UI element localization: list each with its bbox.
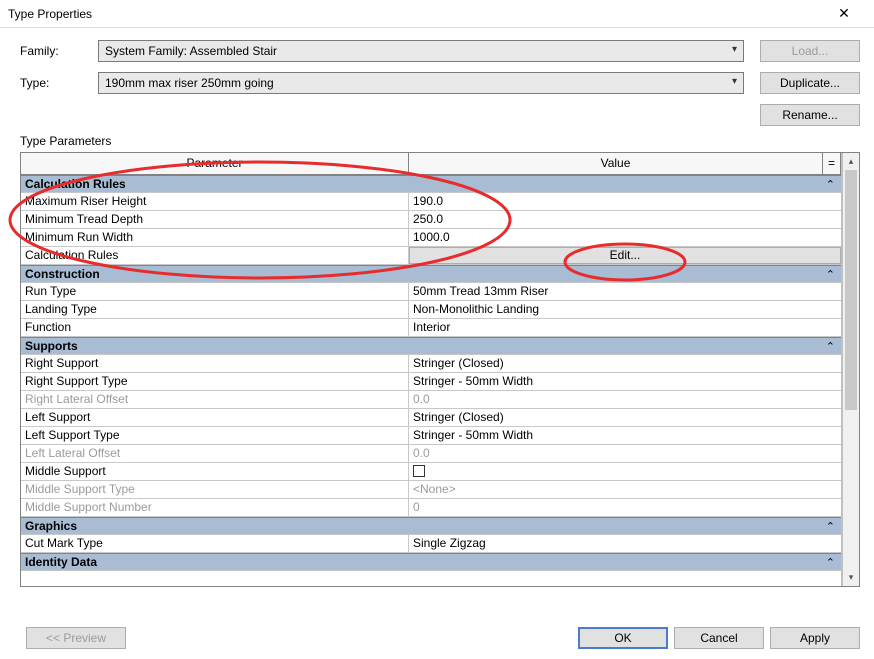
scroll-thumb[interactable] xyxy=(845,170,857,410)
collapse-icon: ⌃ xyxy=(826,268,835,281)
group-graphics[interactable]: Graphics ⌃ xyxy=(21,517,841,535)
window-title: Type Properties xyxy=(8,7,822,21)
apply-button[interactable]: Apply xyxy=(770,627,860,649)
family-value: System Family: Assembled Stair xyxy=(105,44,277,58)
group-identity-data[interactable]: Identity Data ⌃ xyxy=(21,553,841,571)
collapse-icon: ⌃ xyxy=(826,556,835,569)
table-row[interactable]: Middle Support xyxy=(21,463,841,481)
table-row: Right Lateral Offset 0.0 xyxy=(21,391,841,409)
vertical-scrollbar[interactable]: ▴ ▾ xyxy=(842,153,859,586)
collapse-icon: ⌃ xyxy=(826,178,835,191)
table-row[interactable]: Left Support Stringer (Closed) xyxy=(21,409,841,427)
table-row[interactable]: Calculation Rules Edit... xyxy=(21,247,841,265)
type-dropdown[interactable]: 190mm max riser 250mm going ▾ xyxy=(98,72,744,94)
table-row[interactable]: Right Support Stringer (Closed) xyxy=(21,355,841,373)
chevron-down-icon: ▾ xyxy=(732,76,737,87)
col-equals[interactable]: = xyxy=(823,153,841,174)
table-row[interactable]: Function Interior xyxy=(21,319,841,337)
middle-support-checkbox[interactable] xyxy=(413,465,425,477)
type-label: Type: xyxy=(20,76,98,90)
duplicate-button[interactable]: Duplicate... xyxy=(760,72,860,94)
table-row[interactable]: Run Type 50mm Tread 13mm Riser xyxy=(21,283,841,301)
ok-button[interactable]: OK xyxy=(578,627,668,649)
scroll-up-icon[interactable]: ▴ xyxy=(843,153,859,170)
table-row[interactable]: Cut Mark Type Single Zigzag xyxy=(21,535,841,553)
col-value[interactable]: Value xyxy=(409,153,823,174)
group-calculation-rules[interactable]: Calculation Rules ⌃ xyxy=(21,175,841,193)
cancel-button[interactable]: Cancel xyxy=(674,627,764,649)
preview-button[interactable]: << Preview xyxy=(26,627,126,649)
titlebar: Type Properties ✕ xyxy=(0,0,874,28)
rename-button[interactable]: Rename... xyxy=(760,104,860,126)
col-parameter[interactable]: Parameter xyxy=(21,153,409,174)
table-row: Left Lateral Offset 0.0 xyxy=(21,445,841,463)
table-row[interactable]: Minimum Tread Depth 250.0 xyxy=(21,211,841,229)
scroll-down-icon[interactable]: ▾ xyxy=(843,569,859,586)
table-row[interactable]: Landing Type Non-Monolithic Landing xyxy=(21,301,841,319)
close-icon[interactable]: ✕ xyxy=(822,5,866,22)
chevron-down-icon: ▾ xyxy=(732,44,737,55)
family-dropdown[interactable]: System Family: Assembled Stair ▾ xyxy=(98,40,744,62)
table-row[interactable]: Left Support Type Stringer - 50mm Width xyxy=(21,427,841,445)
table-row[interactable]: Maximum Riser Height 190.0 xyxy=(21,193,841,211)
type-parameters-label: Type Parameters xyxy=(20,134,860,148)
family-label: Family: xyxy=(20,44,98,58)
collapse-icon: ⌃ xyxy=(826,520,835,533)
group-construction[interactable]: Construction ⌃ xyxy=(21,265,841,283)
group-supports[interactable]: Supports ⌃ xyxy=(21,337,841,355)
table-row: Middle Support Type <None> xyxy=(21,481,841,499)
table-row[interactable]: Right Support Type Stringer - 50mm Width xyxy=(21,373,841,391)
edit-calculation-rules-button[interactable]: Edit... xyxy=(409,247,841,264)
table-row[interactable]: Minimum Run Width 1000.0 xyxy=(21,229,841,247)
load-button: Load... xyxy=(760,40,860,62)
collapse-icon: ⌃ xyxy=(826,340,835,353)
parameter-grid: Parameter Value = Calculation Rules ⌃ Ma… xyxy=(20,152,860,587)
table-row: Middle Support Number 0 xyxy=(21,499,841,517)
type-value: 190mm max riser 250mm going xyxy=(105,76,274,90)
